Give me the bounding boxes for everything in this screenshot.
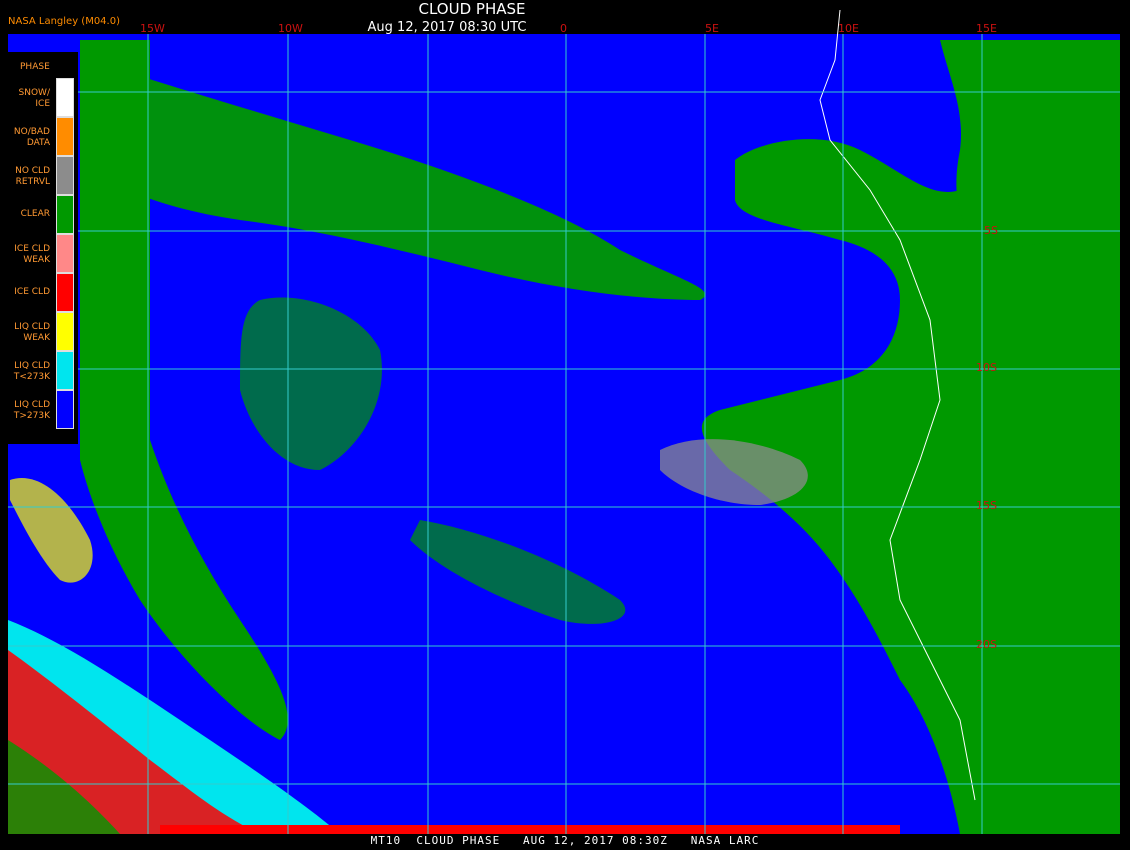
legend-swatch bbox=[56, 117, 74, 156]
legend-label-line2: ICE bbox=[35, 99, 50, 109]
lon-label-10w: 10W bbox=[278, 22, 303, 35]
legend-label: LIQ CLD T<273K bbox=[0, 361, 50, 383]
legend-label: SNOW/ICE bbox=[0, 88, 50, 110]
legend-swatch bbox=[56, 273, 74, 312]
legend-title: PHASE bbox=[20, 62, 50, 72]
lat-label-20s: 20S bbox=[976, 638, 997, 651]
legend-label-line1: NO CLD bbox=[15, 166, 50, 176]
footer-caption: MT10 CLOUD PHASE AUG 12, 2017 08:30Z NAS… bbox=[370, 834, 760, 847]
legend-label-line1: ICE CLD bbox=[14, 244, 50, 254]
legend-label-line1: LIQ CLD bbox=[14, 322, 50, 332]
legend-swatch bbox=[56, 312, 74, 351]
legend-label-line1: NO/BAD bbox=[13, 127, 50, 137]
legend-label-line2: WEAK bbox=[23, 255, 50, 265]
legend-label: NO/BAD DATA bbox=[0, 127, 50, 149]
legend-label: NO CLD RETRVL bbox=[0, 166, 50, 188]
lon-label-10e: 10E bbox=[838, 22, 859, 35]
lat-label-10s: 10S bbox=[976, 361, 997, 374]
lon-label-15e: 15E bbox=[976, 22, 997, 35]
legend-label: ICE CLD WEAK bbox=[0, 244, 50, 266]
central-africa-clear bbox=[940, 40, 1120, 250]
lon-label-5e: 5E bbox=[705, 22, 719, 35]
legend-label-line2: T>273K bbox=[13, 411, 50, 421]
lon-label-15w: 15W bbox=[140, 22, 165, 35]
legend-label-line2: T<273K bbox=[13, 372, 50, 382]
legend-swatch bbox=[56, 156, 74, 195]
legend-label: CLEAR bbox=[0, 209, 50, 220]
legend-label: ICE CLD bbox=[0, 287, 50, 298]
legend-label-line2: DATA bbox=[26, 138, 50, 148]
legend-label-line2: RETRVL bbox=[15, 177, 50, 187]
legend-label: LIQ CLD T>273K bbox=[0, 400, 50, 422]
legend-swatch bbox=[56, 234, 74, 273]
legend-swatch bbox=[56, 390, 74, 429]
legend-label: LIQ CLD WEAK bbox=[0, 322, 50, 344]
ice-cloud-bottom-edge bbox=[160, 825, 900, 834]
map-title: CLOUD PHASE bbox=[418, 0, 526, 18]
legend-swatch bbox=[56, 195, 74, 234]
lat-label-15s: 15S bbox=[976, 499, 997, 512]
legend-label-line1: ICE CLD bbox=[14, 287, 50, 297]
legend-label-line2: WEAK bbox=[23, 333, 50, 343]
legend-label-line1: SNOW/ bbox=[18, 88, 50, 98]
lon-label-0: 0 bbox=[560, 22, 567, 35]
legend-swatch bbox=[56, 351, 74, 390]
map-datetime: Aug 12, 2017 08:30 UTC bbox=[367, 20, 527, 35]
legend-label-line1: LIQ CLD bbox=[14, 361, 50, 371]
legend-label-line1: LIQ CLD bbox=[14, 400, 50, 410]
lat-label-5s: 5S bbox=[984, 224, 998, 237]
legend-label-line1: CLEAR bbox=[20, 209, 50, 219]
cloud-phase-map-page: NASA Langley (M04.0) CLOUD PHASE Aug 12,… bbox=[0, 0, 1130, 850]
satellite-map bbox=[8, 9, 1120, 835]
legend-swatch bbox=[56, 78, 74, 117]
